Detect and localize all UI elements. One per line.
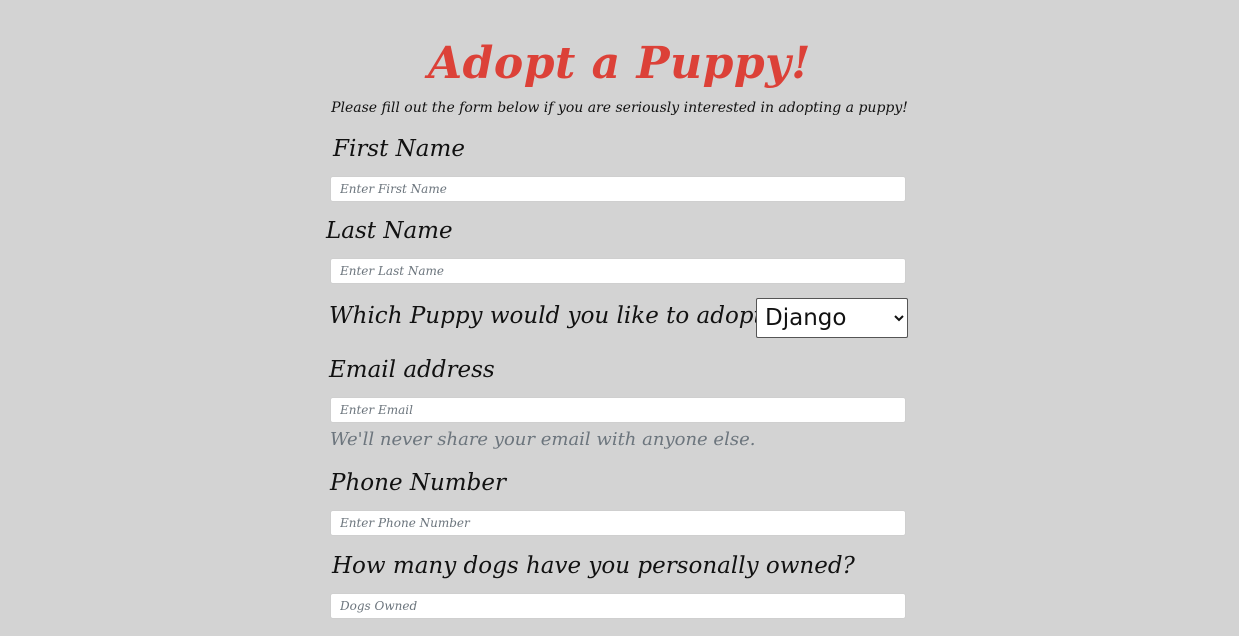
first-name-label: First Name (333, 136, 465, 162)
dogs-owned-label: How many dogs have you personally owned? (332, 553, 855, 579)
last-name-input[interactable] (330, 258, 906, 284)
puppy-select-label: Which Puppy would you like to adopt? (329, 303, 776, 329)
last-name-label: Last Name (326, 218, 453, 244)
first-name-input[interactable] (330, 176, 906, 202)
email-input[interactable] (330, 397, 906, 423)
email-help-text: We'll never share your email with anyone… (330, 429, 756, 450)
phone-input[interactable] (330, 510, 906, 536)
email-label: Email address (329, 357, 495, 383)
page-title: Adopt a Puppy! (428, 38, 811, 89)
puppy-select[interactable]: Django (756, 298, 908, 338)
dogs-owned-input[interactable] (330, 593, 906, 619)
phone-label: Phone Number (330, 470, 506, 496)
adoption-page: Adopt a Puppy! Please fill out the form … (0, 0, 1239, 636)
page-subtitle: Please fill out the form below if you ar… (331, 100, 908, 116)
